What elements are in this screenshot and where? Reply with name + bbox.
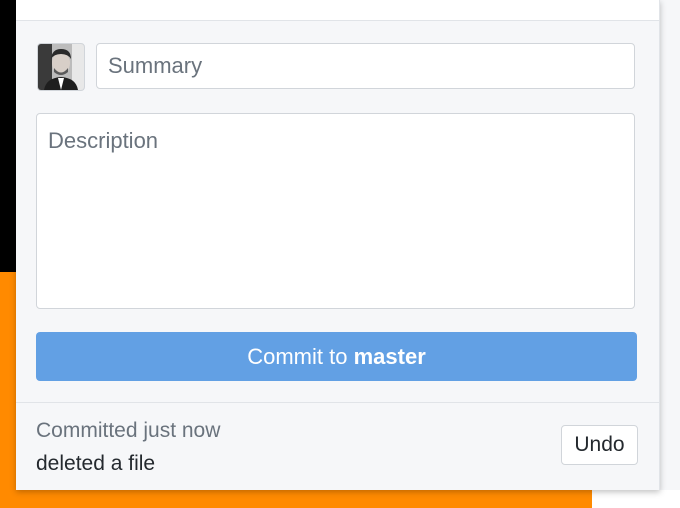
commit-branch-name: master (353, 344, 426, 369)
undo-button[interactable]: Undo (561, 425, 638, 465)
last-commit-message: deleted a file (36, 452, 156, 475)
commit-button[interactable]: Commit to master (36, 332, 637, 381)
description-input[interactable] (36, 113, 635, 309)
screen: Commit to master Committed just now dele… (0, 0, 680, 508)
window-edge (660, 0, 680, 490)
commit-panel: Commit to master Committed just now dele… (16, 0, 660, 490)
summary-input[interactable] (96, 43, 635, 89)
changes-list-area (16, 0, 659, 21)
user-avatar-photo (38, 44, 84, 90)
section-divider (16, 402, 659, 403)
desktop-background-dark (0, 0, 16, 272)
commit-button-prefix: Commit to (247, 344, 354, 369)
last-commit-status: Committed just now (36, 419, 221, 442)
avatar-icon (37, 43, 85, 91)
desktop-background-light (592, 490, 680, 508)
